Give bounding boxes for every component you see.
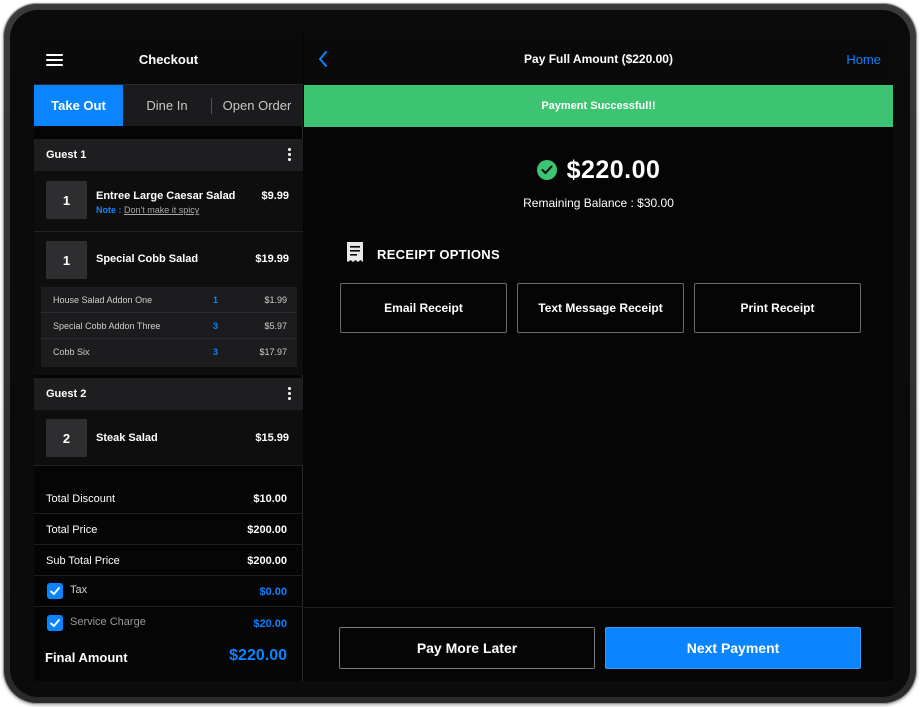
next-payment-button[interactable]: Next Payment [605,627,861,669]
list-item[interactable]: 2 Steak Salad $15.99 [34,410,303,466]
addon-price: $5.97 [264,321,287,331]
payment-header: Pay Full Amount ($220.00) Home [304,34,893,85]
total-discount-label: Total Discount [46,493,116,505]
note-text[interactable]: Don't make it spicy [124,205,199,215]
item-name: Steak Salad [96,432,158,444]
addon-row: Cobb Six 3 $17.97 [41,339,297,365]
tax-value: $0.00 [259,586,287,598]
remaining-balance: Remaining Balance : $30.00 [523,196,674,210]
home-link[interactable]: Home [846,52,881,67]
pay-more-later-button[interactable]: Pay More Later [339,627,595,669]
order-type-tabs: Take Out Dine In Open Order [34,85,303,126]
paid-amount-display: $220.00 [304,152,893,188]
addon-row: House Salad Addon One 1 $1.99 [41,287,297,313]
receipt-icon [345,241,365,268]
check-circle-icon [536,160,557,180]
checkout-header: Checkout [34,34,303,85]
addon-name: Cobb Six [53,347,90,357]
checkbox-checked-icon [50,619,60,627]
guest-header: Guest 1 [34,139,303,171]
addon-name: Special Cobb Addon Three [53,321,161,331]
tab-open-order[interactable]: Open Order [212,85,302,126]
checkout-panel: Checkout Take Out Dine In Open Order Gue… [34,34,303,681]
kebab-icon[interactable] [288,387,291,400]
item-name: Entree Large Caesar Salad [96,190,236,202]
sub-total-row: Sub Total Price $200.00 [34,545,303,576]
addon-price: $1.99 [264,295,287,305]
tax-label: Tax [70,584,88,596]
final-amount-row: Final Amount $220.00 [34,642,303,672]
tab-take-out[interactable]: Take Out [34,85,123,126]
print-receipt-button[interactable]: Print Receipt [694,283,861,333]
addon-name: House Salad Addon One [53,295,153,305]
service-charge-value: $20.00 [253,618,287,630]
sub-total-label: Sub Total Price [46,555,120,567]
item-quantity: 2 [46,419,87,457]
addon-qty: 3 [213,321,219,331]
email-receipt-button[interactable]: Email Receipt [340,283,507,333]
total-discount-value: $10.00 [253,493,287,505]
list-item[interactable]: 1 Entree Large Caesar Salad $9.99 Note :… [34,171,303,232]
app-screen: Checkout Take Out Dine In Open Order Gue… [34,34,893,681]
addon-list: House Salad Addon One 1 $1.99 Special Co… [41,287,297,367]
sub-total-value: $200.00 [247,555,287,567]
payment-panel: Pay Full Amount ($220.00) Home Payment S… [304,34,893,681]
total-price-row: Total Price $200.00 [34,514,303,545]
tablet-frame: Checkout Take Out Dine In Open Order Gue… [3,3,917,704]
kebab-icon[interactable] [288,148,291,161]
receipt-options-title: RECEIPT OPTIONS [377,246,500,262]
total-discount-row: Total Discount $10.00 [34,483,303,514]
item-name: Special Cobb Salad [96,253,199,265]
tab-dine-in[interactable]: Dine In [123,85,211,126]
addon-price: $17.97 [259,347,287,357]
tax-checkbox[interactable] [47,583,63,599]
total-price-label: Total Price [46,524,98,536]
item-note: Note : Don't make it spicy [96,205,199,215]
service-charge-row: Service Charge $20.00 [34,608,303,639]
tax-row: Tax $0.00 [34,576,303,607]
addon-row: Special Cobb Addon Three 3 $5.97 [41,313,297,339]
text-message-receipt-button[interactable]: Text Message Receipt [517,283,684,333]
item-price: $9.99 [261,190,289,202]
page-title: Pay Full Amount ($220.00) [524,52,673,66]
addon-qty: 3 [213,347,219,357]
guest-label: Guest 1 [46,149,87,161]
item-quantity: 1 [46,181,87,219]
checkbox-checked-icon [50,587,60,595]
guest-label: Guest 2 [46,388,87,400]
item-quantity: 1 [46,241,87,279]
final-amount-label: Final Amount [45,650,128,665]
payment-footer: Pay More Later Next Payment [304,607,893,681]
service-charge-label: Service Charge [70,616,146,628]
service-charge-checkbox[interactable] [47,615,63,631]
note-label: Note : [96,205,122,215]
checkout-title: Checkout [138,52,199,67]
guest-header: Guest 2 [34,378,303,410]
final-amount-value: $220.00 [229,647,287,664]
item-price: $19.99 [255,253,289,265]
addon-qty: 1 [213,295,219,305]
item-price: $15.99 [255,432,289,444]
success-banner: Payment Successful!! [304,85,893,127]
total-price-value: $200.00 [247,524,287,536]
receipt-options-heading: RECEIPT OPTIONS [345,241,500,268]
paid-amount: $220.00 [566,155,661,184]
